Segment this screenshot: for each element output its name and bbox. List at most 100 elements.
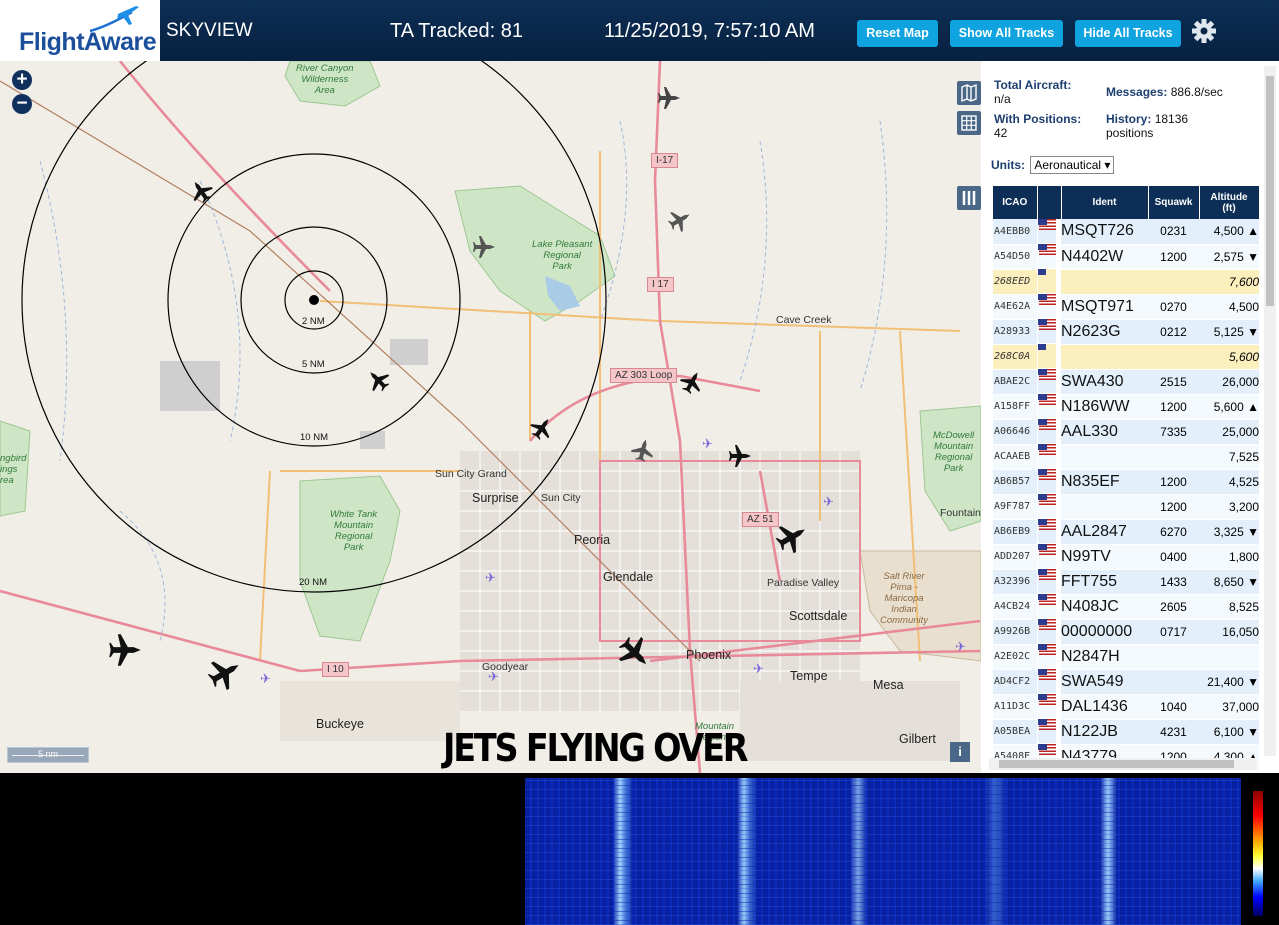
park-label: White Tank Mountain Regional Park [330,509,378,553]
ident-cell: N99TV [1061,544,1148,570]
aircraft-icon[interactable] [528,416,556,440]
table-row[interactable]: AD4CF2 SWA549 21,400 ▼ [993,669,1259,695]
table-row[interactable]: A4EBB0 MSQT726 0231 4,500 ▲ [993,219,1259,245]
city-label: Surprise [472,491,519,505]
altitude-cell: 5,600 ▲ [1199,394,1259,420]
flag-cell [1038,644,1056,669]
with-positions-label: With Positions: [994,112,1082,126]
flag-cell [1038,619,1056,644]
table-row[interactable]: ADD207 N99TV 0400 1,800 [993,544,1259,570]
aircraft-icon[interactable] [629,438,657,462]
column-header-icao[interactable]: ICAO [993,186,1038,219]
table-row[interactable]: AB6EB9 AAL2847 6270 3,325 ▼ [993,519,1259,545]
icao-cell: A4E62A [993,294,1037,320]
show-all-tracks-button[interactable]: Show All Tracks [950,20,1063,47]
zoom-in-button[interactable]: + [12,70,32,90]
us-flag-icon [1039,594,1056,605]
reset-map-button[interactable]: Reset Map [857,20,938,47]
map-layer-button[interactable] [957,81,981,105]
squawk-cell: 0212 [1148,319,1199,345]
aircraft-icon[interactable] [678,370,706,394]
flag-cell [1038,394,1056,419]
icao-cell: ADD207 [993,544,1037,570]
table-row[interactable]: A9926B 00000000 0717 16,050 [993,619,1259,645]
column-header-flag[interactable] [1037,186,1062,219]
units-value: Aeronautical [1034,158,1102,172]
ring-label-20nm: 20 NM [299,577,327,588]
us-flag-icon [1039,669,1056,680]
column-header-altitude[interactable]: Altitude (ft) [1199,186,1260,219]
squawk-cell: 4231 [1148,719,1199,745]
table-row[interactable]: A4CB24 N408JC 2605 8,525 [993,594,1259,620]
aircraft-icon[interactable] [470,235,498,259]
aircraft-icon[interactable] [726,444,754,468]
city-label: Paradise Valley [767,577,840,589]
table-row[interactable]: A4E62A MSQT971 0270 4,500 [993,294,1259,320]
park-label: ngbird ings rea [0,453,27,486]
aircraft-icon[interactable] [615,634,655,672]
us-flag-icon [1039,244,1056,255]
flag-cell [1038,544,1056,569]
squawk-cell: 6270 [1148,519,1199,545]
table-row[interactable]: A158FF N186WW 1200 5,600 ▲ [993,394,1259,420]
ident-cell: FFT755 [1061,569,1148,595]
vertical-scrollbar[interactable] [1264,66,1276,756]
altitude-cell: 3,200 [1199,494,1259,520]
total-aircraft-label: Total Aircraft: [994,78,1072,92]
table-row[interactable]: A11D3C DAL1436 1040 37,000 [993,694,1259,720]
with-positions-stat: With Positions: 42 [994,112,1081,140]
table-row[interactable]: ACAAEB 7,525 [993,444,1259,470]
aircraft-icon[interactable] [364,368,392,392]
total-aircraft-value: n/a [994,92,1011,106]
units-select[interactable]: Aeronautical ▾ [1030,156,1115,174]
us-flag-icon [1039,644,1056,655]
table-row[interactable]: 268EED 7,600 [993,269,1259,295]
table-row[interactable]: A28933 N2623G 0212 5,125 ▼ [993,319,1259,345]
table-row[interactable]: A06646 AAL330 7335 25,000 [993,419,1259,445]
altitude-cell: 2,575 ▼ [1199,244,1259,270]
column-header-squawk[interactable]: Squawk [1148,186,1200,219]
us-flag-icon [1039,369,1056,380]
park-label: Salt River Pima - Maricopa Indian Commun… [880,571,929,626]
grid-toggle-button[interactable] [957,111,981,135]
us-flag-icon [1039,494,1056,505]
aircraft-icon[interactable] [105,631,145,669]
city-label: Sun City [541,492,581,504]
table-row[interactable]: 268C0A 5,600 [993,344,1259,370]
ident-cell: N4402W [1061,244,1148,270]
horizontal-scrollbar[interactable] [989,758,1257,770]
ident-cell: MSQT726 [1061,219,1148,245]
ident-cell: SWA549 [1061,669,1148,695]
aircraft-icon[interactable] [666,208,694,232]
aircraft-icon[interactable] [205,654,245,692]
city-label: Cave Creek [776,314,832,326]
hide-all-tracks-button[interactable]: Hide All Tracks [1075,20,1181,47]
altitude-cell: 25,000 [1199,419,1259,445]
gear-icon[interactable] [1191,18,1217,44]
aircraft-icon[interactable] [655,86,683,110]
table-row[interactable]: A54D50 N4402W 1200 2,575 ▼ [993,244,1259,270]
table-row[interactable]: AB6B57 N835EF 1200 4,525 [993,469,1259,495]
ident-cell: N835EF [1061,469,1148,495]
map-view[interactable]: 2 NM 5 NM 10 NM 20 NM I-17 I 17 AZ 303 L… [0,61,981,773]
table-row[interactable]: A9F787 1200 3,200 [993,494,1259,520]
table-row[interactable]: A2E02C N2847H [993,644,1259,670]
us-flag-icon [1039,744,1056,755]
ident-cell: AAL330 [1061,419,1148,445]
table-row[interactable]: ABAE2C SWA430 2515 26,000 [993,369,1259,395]
table-row[interactable]: A32396 FFT755 1433 8,650 ▼ [993,569,1259,595]
table-row[interactable]: A05BEA N122JB 4231 6,100 ▼ [993,719,1259,745]
squawk-cell: 0270 [1148,294,1199,320]
squawk-cell [1148,644,1199,670]
park-label: River Canyon Wilderness Area [296,63,354,96]
columns-toggle-button[interactable] [957,186,981,210]
column-header-ident[interactable]: Ident [1061,186,1149,219]
squawk-cell: 1040 [1148,694,1199,720]
scale-label: 5 nm [38,749,59,759]
aircraft-icon[interactable] [773,519,811,555]
zoom-out-button[interactable]: − [12,94,32,114]
app-title: SKYVIEW [166,20,253,41]
aircraft-icon[interactable] [187,179,215,203]
info-button[interactable]: i [950,742,970,762]
flightaware-logo[interactable]: FlightAware [0,0,160,61]
